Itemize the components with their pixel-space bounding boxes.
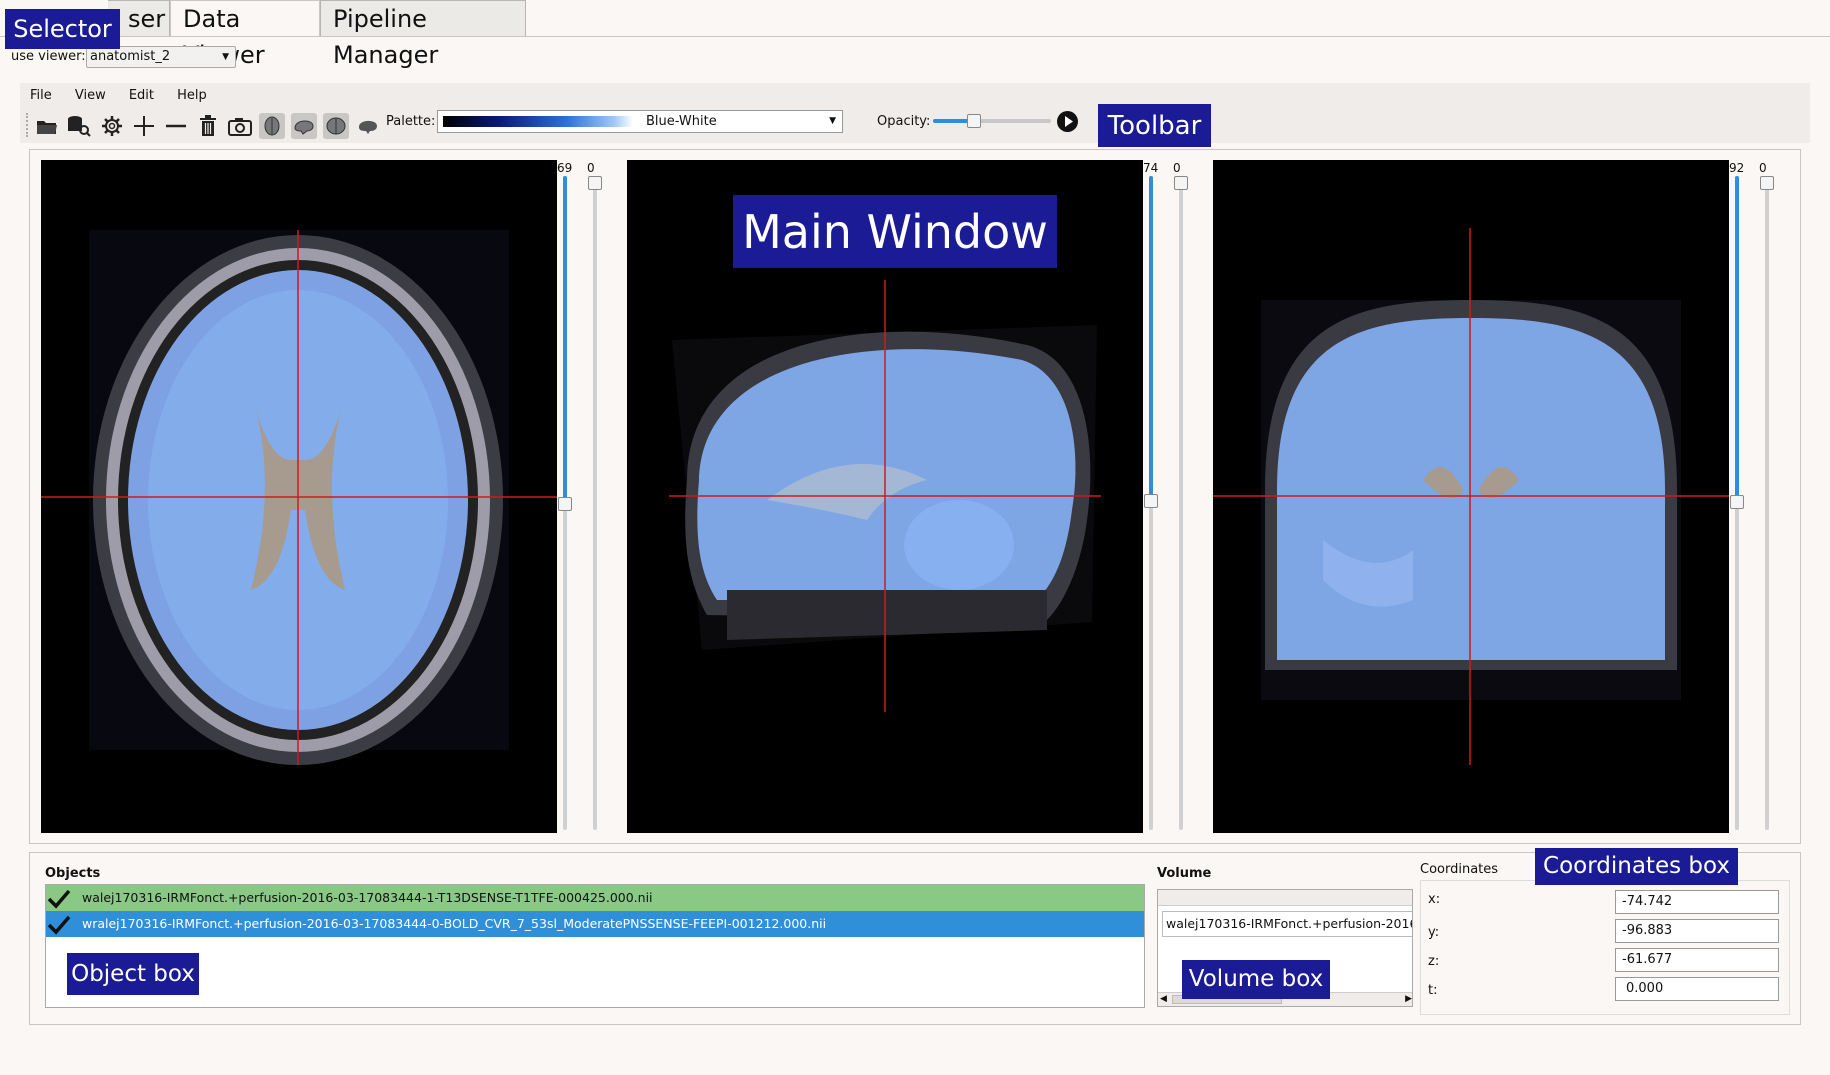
coronal-slider-value-1: 92 xyxy=(1729,161,1745,175)
object-row[interactable]: wralej170316-IRMFonct.+perfusion-2016-03… xyxy=(46,911,1144,937)
plus-icon[interactable] xyxy=(131,113,157,139)
coord-x-label: x: xyxy=(1428,892,1441,907)
sagittal-slider-1-fill xyxy=(1149,176,1153,500)
menu-bar: File View Edit Help xyxy=(20,83,1810,105)
coordinates-box-callout: Coordinates box xyxy=(1535,848,1738,885)
axial-view-icon[interactable] xyxy=(259,113,285,139)
chevron-down-icon: ▼ xyxy=(222,52,229,62)
opacity-label: Opacity: xyxy=(877,114,931,129)
tab-pipeline-manager[interactable]: Pipeline Manager xyxy=(320,0,526,69)
axial-slider-1-handle[interactable] xyxy=(558,497,572,511)
tab-bar-line xyxy=(0,36,1830,37)
axial-slider-value-1: 69 xyxy=(557,161,573,175)
coronal-slider-2-handle[interactable] xyxy=(1760,176,1774,190)
play-icon[interactable] xyxy=(1057,111,1078,132)
coronal-slider-1-fill xyxy=(1735,176,1739,501)
menu-help[interactable]: Help xyxy=(177,88,207,103)
opacity-handle[interactable] xyxy=(967,114,982,128)
selector-callout: Selector xyxy=(5,9,120,49)
coronal-view[interactable] xyxy=(1213,160,1729,833)
trash-icon[interactable] xyxy=(195,113,221,139)
axial-view[interactable] xyxy=(41,160,557,833)
tab-browser-label: ser xyxy=(128,5,166,33)
toolbar-grip xyxy=(26,113,30,137)
object-row-label: wralej170316-IRMFonct.+perfusion-2016-03… xyxy=(81,916,827,931)
brain-3d-icon[interactable] xyxy=(355,113,381,139)
volume-title: Volume xyxy=(1157,866,1212,881)
sagittal-slider-1-handle[interactable] xyxy=(1144,494,1158,508)
arrow-left-icon[interactable]: ◀ xyxy=(1160,993,1167,1006)
arrow-right-icon[interactable]: ▶ xyxy=(1405,993,1412,1006)
coronal-slider-1-handle[interactable] xyxy=(1730,495,1744,509)
coord-y-label: y: xyxy=(1428,925,1440,940)
palette-label: Palette: xyxy=(386,114,436,129)
minus-icon[interactable] xyxy=(163,113,189,139)
menu-file[interactable]: File xyxy=(30,88,52,103)
axial-slider-2-handle[interactable] xyxy=(588,176,602,190)
tab-pipeline-manager-label: Pipeline Manager xyxy=(333,5,439,69)
toolbar-callout: Toolbar xyxy=(1098,104,1211,147)
sagittal-slider-value-2: 0 xyxy=(1173,161,1181,175)
volume-list-item[interactable]: walej170316-IRMFonct.+perfusion-2016-0 xyxy=(1162,911,1413,937)
sagittal-view-icon[interactable] xyxy=(291,113,317,139)
palette-select[interactable]: Blue-White ▼ xyxy=(437,110,843,133)
chevron-down-icon: ▼ xyxy=(829,116,836,126)
open-folder-icon[interactable] xyxy=(34,113,60,139)
coordinates-title: Coordinates xyxy=(1420,862,1499,877)
opacity-slider[interactable] xyxy=(933,114,1051,128)
object-box-callout: Object box xyxy=(67,953,199,995)
viewer-select[interactable]: anatomist_2 ▼ xyxy=(86,46,236,68)
camera-icon[interactable] xyxy=(227,113,253,139)
coronal-slider-value-2: 0 xyxy=(1759,161,1767,175)
coord-x-field[interactable]: -74.742 xyxy=(1615,890,1779,914)
coronal-slider-2[interactable] xyxy=(1765,176,1769,830)
palette-value: Blue-White xyxy=(646,114,717,129)
coord-y-field[interactable]: -96.883 xyxy=(1615,919,1779,943)
sagittal-slider-2[interactable] xyxy=(1179,176,1183,830)
menu-view[interactable]: View xyxy=(75,88,106,103)
checkmark-icon[interactable] xyxy=(46,888,72,910)
main-window-callout: Main Window xyxy=(733,195,1057,268)
object-row-label: walej170316-IRMFonct.+perfusion-2016-03-… xyxy=(81,890,653,905)
volume-box-callout: Volume box xyxy=(1182,960,1330,999)
coord-t-field[interactable]: 0.000 xyxy=(1615,977,1779,1001)
settings-gear-icon[interactable] xyxy=(99,113,125,139)
coronal-view-icon[interactable] xyxy=(323,113,349,139)
axial-slider-1-fill xyxy=(563,176,567,503)
volume-item-label: walej170316-IRMFonct.+perfusion-2016-0 xyxy=(1166,916,1413,931)
sagittal-slider-2-handle[interactable] xyxy=(1174,176,1188,190)
coord-z-label: z: xyxy=(1428,954,1440,969)
palette-gradient xyxy=(443,116,633,127)
viewer-select-value: anatomist_2 xyxy=(90,49,171,64)
menu-edit[interactable]: Edit xyxy=(129,88,154,103)
coord-t-label: t: xyxy=(1428,983,1438,998)
axial-slider-2[interactable] xyxy=(593,176,597,830)
object-row[interactable]: walej170316-IRMFonct.+perfusion-2016-03-… xyxy=(46,885,1144,911)
objects-title: Objects xyxy=(45,866,101,881)
coord-z-field[interactable]: -61.677 xyxy=(1615,948,1779,972)
tab-data-viewer[interactable]: Data Viewer xyxy=(170,0,320,69)
sagittal-slider-value-1: 74 xyxy=(1143,161,1159,175)
axial-slider-value-2: 0 xyxy=(587,161,595,175)
checkmark-icon[interactable] xyxy=(46,914,72,936)
volume-list-header xyxy=(1158,890,1412,906)
use-viewer-label: use viewer: xyxy=(11,49,86,64)
database-search-icon[interactable] xyxy=(66,113,92,139)
